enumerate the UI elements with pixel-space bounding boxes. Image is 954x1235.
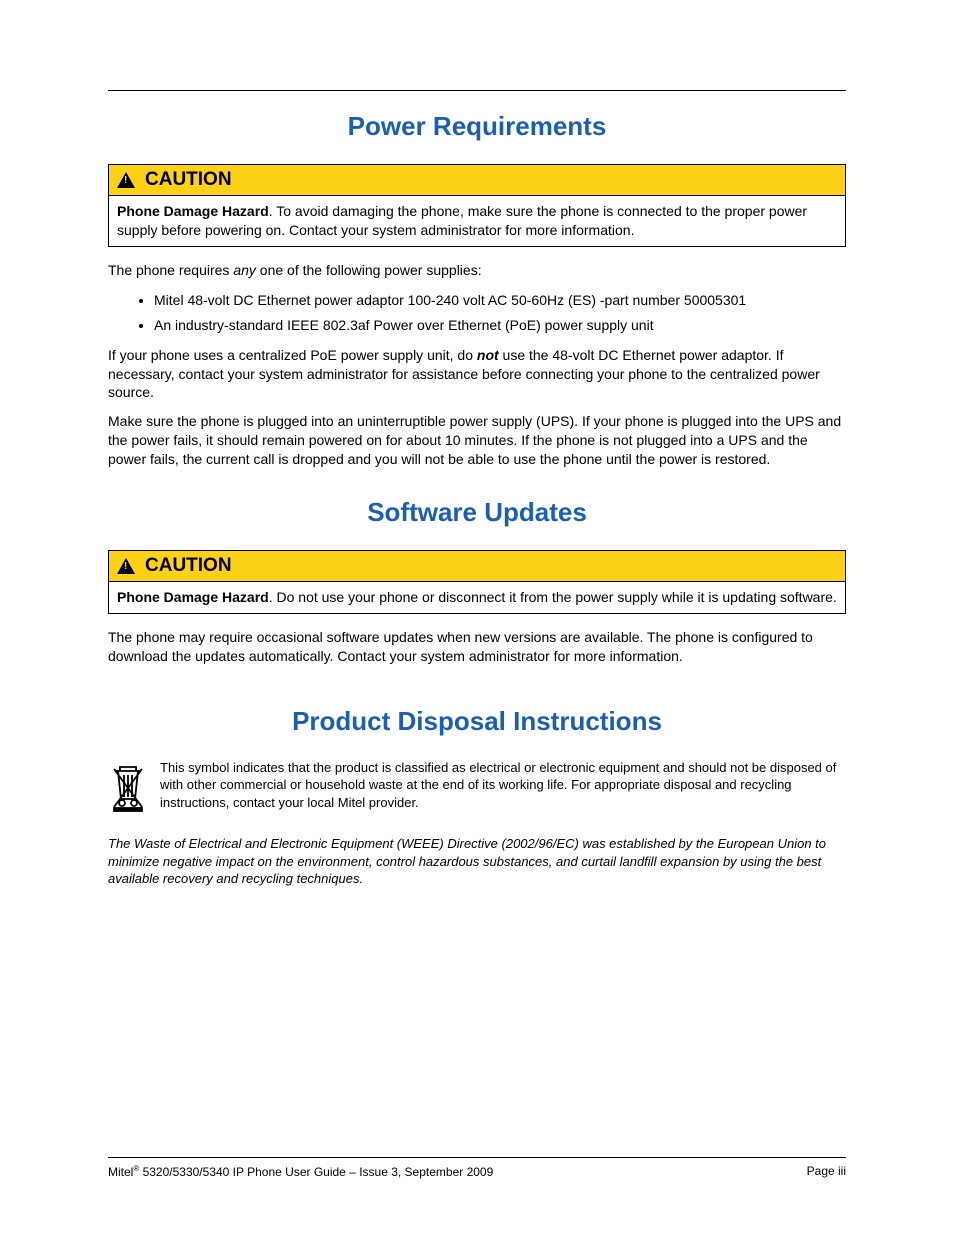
warning-triangle-icon <box>117 558 135 574</box>
caution-box-power: CAUTION Phone Damage Hazard. To avoid da… <box>108 164 846 247</box>
paragraph: Make sure the phone is plugged into an u… <box>108 412 846 469</box>
list-item: An industry-standard IEEE 802.3af Power … <box>154 315 846 336</box>
disposal-text: This symbol indicates that the product i… <box>160 759 846 812</box>
heading-power-requirements: Power Requirements <box>108 111 846 142</box>
power-supply-list: Mitel 48-volt DC Ethernet power adaptor … <box>108 290 846 336</box>
caution-body: Phone Damage Hazard. To avoid damaging t… <box>109 196 845 246</box>
caution-label: CAUTION <box>145 555 232 577</box>
footer-page-number: Page iii <box>807 1164 846 1179</box>
heading-software-updates: Software Updates <box>108 497 846 528</box>
list-item: Mitel 48-volt DC Ethernet power adaptor … <box>154 290 846 311</box>
caution-label: CAUTION <box>145 169 232 191</box>
paragraph: If your phone uses a centralized PoE pow… <box>108 346 846 403</box>
caution-box-software: CAUTION Phone Damage Hazard. Do not use … <box>108 550 846 614</box>
page-footer: Mitel® 5320/5330/5340 IP Phone User Guid… <box>108 1157 846 1179</box>
weee-directive-note: The Waste of Electrical and Electronic E… <box>108 835 846 888</box>
heading-product-disposal: Product Disposal Instructions <box>108 706 846 737</box>
weee-bin-icon <box>108 761 152 818</box>
paragraph: The phone requires any one of the follow… <box>108 261 846 280</box>
warning-triangle-icon <box>117 172 135 188</box>
paragraph: The phone may require occasional softwar… <box>108 628 846 666</box>
caution-body: Phone Damage Hazard. Do not use your pho… <box>109 582 845 613</box>
footer-left: Mitel® 5320/5330/5340 IP Phone User Guid… <box>108 1164 493 1179</box>
